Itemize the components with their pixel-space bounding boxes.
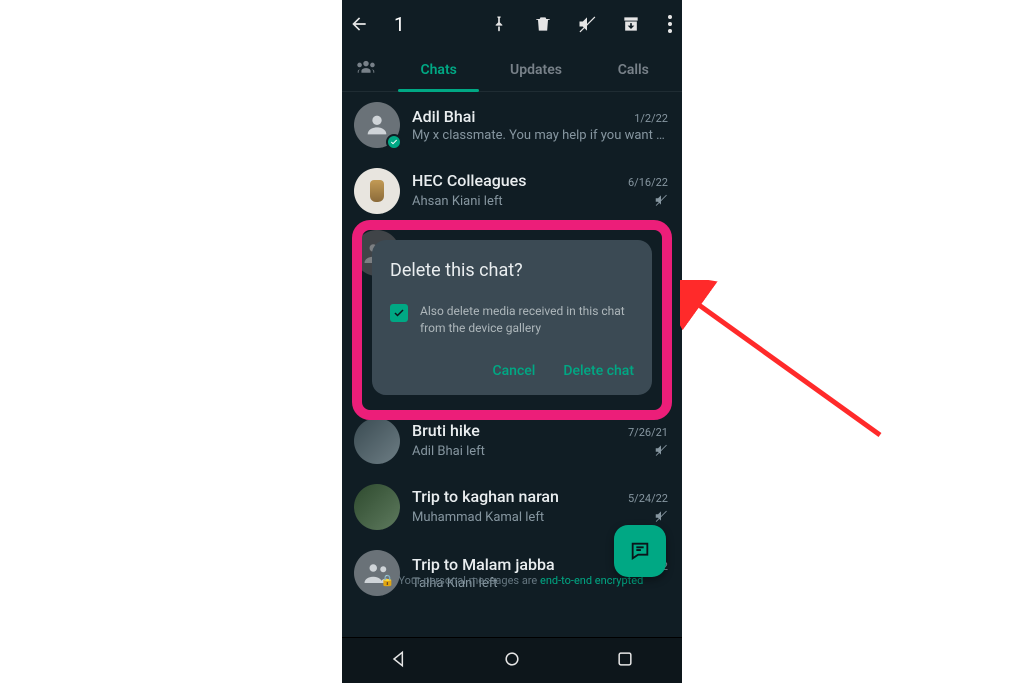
new-chat-fab[interactable] xyxy=(614,525,666,577)
annotation-arrow xyxy=(680,280,900,450)
nav-back-icon[interactable] xyxy=(389,649,409,673)
chat-preview: Muhammad Kamal left xyxy=(412,510,544,525)
chat-name: HEC Colleagues xyxy=(412,171,526,190)
lock-icon: 🔒 xyxy=(381,574,395,587)
delete-chat-button[interactable]: Delete chat xyxy=(563,363,634,379)
chat-row[interactable]: Adil Bhai 1/2/22 My x classmate. You may… xyxy=(342,92,682,158)
overflow-menu-icon[interactable] xyxy=(668,15,672,33)
chat-date: 6/16/22 xyxy=(628,176,668,189)
chat-date: 5/24/22 xyxy=(628,492,668,505)
checkbox-label: Also delete media received in this chat … xyxy=(420,303,634,337)
chat-preview: My x classmate. You may help if you want… xyxy=(412,128,668,143)
selected-check-icon xyxy=(386,134,402,150)
avatar xyxy=(354,418,400,464)
pin-icon[interactable] xyxy=(488,13,510,35)
nav-recent-icon[interactable] xyxy=(615,649,635,673)
selection-count: 1 xyxy=(394,13,405,36)
chat-name: Adil Bhai xyxy=(412,107,475,126)
nav-home-icon[interactable] xyxy=(502,649,522,673)
chat-name: Bruti hike xyxy=(412,421,480,440)
chat-row[interactable]: HEC Colleagues 6/16/22 Ahsan Kiani left xyxy=(342,158,682,224)
muted-icon xyxy=(654,442,668,461)
avatar xyxy=(354,550,400,596)
android-navbar xyxy=(342,637,682,683)
archive-icon[interactable] xyxy=(620,13,642,35)
communities-icon[interactable] xyxy=(342,59,390,81)
muted-icon xyxy=(654,192,668,211)
avatar xyxy=(354,102,400,148)
avatar xyxy=(354,484,400,530)
chat-date: 1/2/22 xyxy=(634,112,668,125)
cancel-button[interactable]: Cancel xyxy=(492,363,535,379)
tab-chats[interactable]: Chats xyxy=(390,48,487,91)
dialog-title: Delete this chat? xyxy=(390,260,634,281)
delete-media-checkbox[interactable] xyxy=(390,304,408,322)
back-arrow-icon[interactable] xyxy=(348,13,370,35)
mute-icon[interactable] xyxy=(576,13,598,35)
avatar xyxy=(354,168,400,214)
selection-actionbar: 1 xyxy=(342,0,682,48)
delete-icon[interactable] xyxy=(532,13,554,35)
delete-chat-dialog: Delete this chat? Also delete media rece… xyxy=(372,240,652,395)
tab-updates[interactable]: Updates xyxy=(487,48,584,91)
chat-date: 7/26/21 xyxy=(628,426,668,439)
tab-bar: Chats Updates Calls xyxy=(342,48,682,92)
chat-preview: Adil Bhai left xyxy=(412,444,485,459)
chat-preview: Ahsan Kiani left xyxy=(412,194,503,209)
chat-name: Trip to kaghan naran xyxy=(412,487,559,506)
chat-name: Trip to Malam jabba xyxy=(412,555,555,574)
tab-calls[interactable]: Calls xyxy=(585,48,682,91)
muted-icon xyxy=(654,508,668,527)
chat-row[interactable]: Bruti hike 7/26/21 Adil Bhai left xyxy=(342,408,682,474)
